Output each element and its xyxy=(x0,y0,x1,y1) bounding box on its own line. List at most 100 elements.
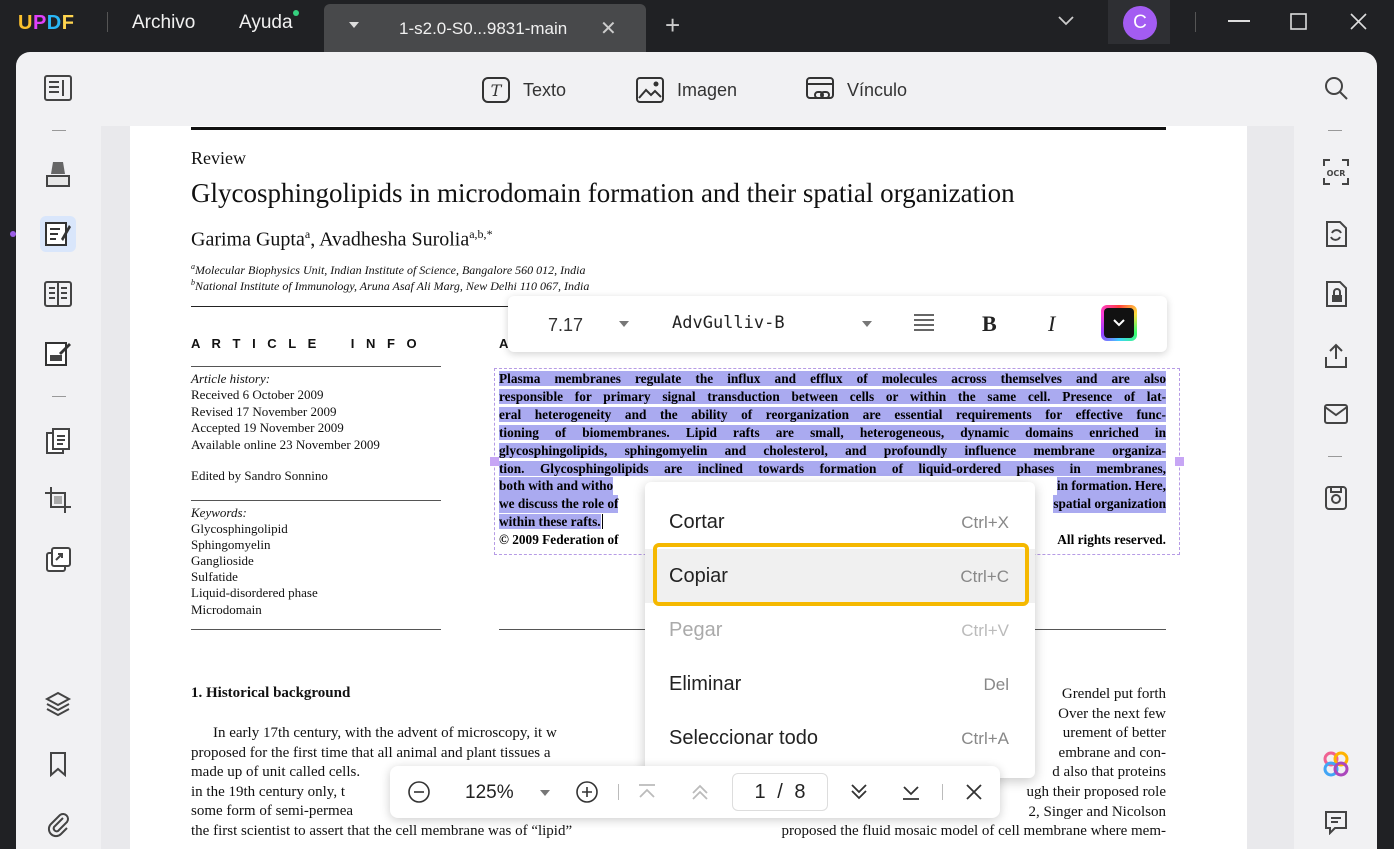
keywords-label: Keywords: xyxy=(191,505,247,520)
resize-handle[interactable] xyxy=(490,457,499,466)
tab-title: 1-s2.0-S0...9831-main xyxy=(399,19,568,38)
menu-item-cortar[interactable]: Cortar Ctrl+X xyxy=(645,495,1035,549)
zoom-out-icon[interactable] xyxy=(407,780,431,804)
share-icon[interactable] xyxy=(1322,342,1350,370)
search-icon[interactable] xyxy=(1322,74,1350,102)
abstract-heading: A xyxy=(499,336,509,351)
menu-ayuda[interactable]: Ayuda xyxy=(239,12,293,34)
comment-highlighter-icon[interactable] xyxy=(40,156,76,192)
tools-icon[interactable] xyxy=(40,542,76,578)
affiliation-b: bNational Institute of Immunology, Aruna… xyxy=(191,278,590,293)
link-tool-icon xyxy=(806,77,834,99)
comments-panel-icon[interactable] xyxy=(1322,808,1350,836)
abstract-line: both with and witho xyxy=(499,477,614,496)
font-family-dropdown-icon[interactable] xyxy=(862,321,872,327)
convert-icon[interactable] xyxy=(1322,220,1350,248)
svg-text:OCR: OCR xyxy=(1327,169,1346,178)
abstract-line: glycosphingolipids, sphingomyelin and ch… xyxy=(499,442,1166,458)
menu-item-seleccionar-todo[interactable]: Seleccionar todo Ctrl+A xyxy=(645,711,1035,765)
history-item: Accepted 19 November 2009 xyxy=(191,420,344,436)
ocr-icon[interactable]: OCR xyxy=(1322,158,1350,186)
body-line: proposed for the first time that all ani… xyxy=(191,744,551,761)
zoom-dropdown-icon[interactable] xyxy=(540,790,550,796)
close-nav-icon[interactable] xyxy=(965,783,983,801)
info-rule xyxy=(191,629,441,630)
keyword-item: Sulfatide xyxy=(191,569,238,585)
abstract-line: tion. Glycosphingolipids are inclined to… xyxy=(499,460,1166,476)
layers-icon[interactable] xyxy=(40,686,76,722)
menu-item-eliminar[interactable]: Eliminar Del xyxy=(645,657,1035,711)
font-family-field[interactable]: AdvGulliv-B xyxy=(672,313,785,333)
text-cursor xyxy=(601,514,603,530)
document-tab[interactable]: 1-s2.0-S0...9831-main ✕ xyxy=(324,4,646,52)
keywords: Keywords: Glycosphingolipid Sphingomyeli… xyxy=(191,505,318,618)
align-justify-icon[interactable] xyxy=(913,313,935,333)
authors: Garima Guptaa, Avadhesha Suroliaa,b,* xyxy=(191,227,493,252)
page-separator: / xyxy=(777,781,783,803)
chevron-down-icon xyxy=(1113,319,1125,327)
bookmark-icon[interactable] xyxy=(40,746,76,782)
page-number-field[interactable]: 1 / 8 xyxy=(732,773,828,811)
current-page: 1 xyxy=(754,781,766,803)
resize-handle[interactable] xyxy=(1175,457,1184,466)
header-rule xyxy=(191,127,1166,130)
link-tool-button[interactable]: Vínculo xyxy=(805,76,907,104)
highlight-annotation-box xyxy=(653,543,1029,606)
text-tool-button[interactable]: T Texto xyxy=(481,76,566,104)
tab-dropdown-icon[interactable] xyxy=(349,22,359,28)
body-line: the first scientist to assert that the c… xyxy=(191,822,573,839)
new-tab-icon[interactable]: + xyxy=(665,12,680,38)
abstract-line: spatial organization xyxy=(1053,495,1166,514)
email-icon[interactable] xyxy=(1322,400,1350,428)
zoom-in-icon[interactable] xyxy=(575,780,599,804)
last-page-icon[interactable] xyxy=(901,782,921,802)
chevron-down-icon[interactable] xyxy=(1057,14,1075,28)
menu-archivo[interactable]: Archivo xyxy=(132,12,195,34)
menu-item-label: Eliminar xyxy=(669,673,742,695)
nav-divider xyxy=(618,784,619,800)
article-title: Glycosphingolipids in microdomain format… xyxy=(191,178,1015,208)
updf-logo: UPDF xyxy=(18,12,75,34)
author-name: , Avadhesha Surolia xyxy=(310,228,470,251)
save-icon[interactable] xyxy=(1322,484,1350,512)
image-tool-button[interactable]: Imagen xyxy=(635,76,737,104)
tab-close-icon[interactable]: ✕ xyxy=(600,16,617,41)
maximize-icon[interactable] xyxy=(1290,13,1307,30)
next-page-icon[interactable] xyxy=(849,782,869,802)
user-avatar[interactable]: C xyxy=(1123,6,1157,40)
abstract-line: within these rafts. xyxy=(499,514,601,530)
previous-page-icon[interactable] xyxy=(690,782,710,802)
page-organize-icon[interactable] xyxy=(40,276,76,312)
attachment-icon[interactable] xyxy=(40,806,76,842)
keyword-item: Sphingomyelin xyxy=(191,537,271,553)
ai-assistant-icon[interactable] xyxy=(1322,750,1350,778)
font-size-dropdown-icon[interactable] xyxy=(619,321,629,327)
title-bar: UPDF Archivo Ayuda 1-s2.0-S0...9831-main… xyxy=(0,0,1394,52)
first-page-icon[interactable] xyxy=(637,782,657,802)
minimize-icon[interactable] xyxy=(1228,20,1250,22)
text-tool-label: Texto xyxy=(523,79,567,100)
article-history: Article history: Received 6 October 2009… xyxy=(191,371,380,453)
bottom-navigation-bar: 125% 1 / 8 xyxy=(390,766,1000,818)
affiliation-a: aMolecular Biophysics Unit, Indian Insti… xyxy=(191,262,586,277)
italic-button[interactable]: I xyxy=(1048,311,1055,337)
keyword-item: Ganglioside xyxy=(191,553,254,569)
abstract-line: in formation. Here, xyxy=(1056,477,1166,496)
text-color-button[interactable] xyxy=(1101,305,1137,341)
bold-button[interactable]: B xyxy=(982,311,997,337)
text-tool-icon: T xyxy=(482,77,510,103)
pages-tool-icon[interactable] xyxy=(40,424,76,460)
sidebar-separator xyxy=(1328,456,1342,457)
font-size-field[interactable]: 7.17 xyxy=(548,315,583,336)
menu-item-pegar[interactable]: Pegar Ctrl+V xyxy=(645,603,1035,657)
protect-icon[interactable] xyxy=(1322,280,1350,308)
window-close-icon[interactable] xyxy=(1350,13,1367,30)
history-item: Revised 17 November 2009 xyxy=(191,403,337,419)
fill-sign-icon[interactable] xyxy=(40,336,76,372)
reader-mode-icon[interactable] xyxy=(40,70,76,106)
crop-icon[interactable] xyxy=(40,482,76,518)
zoom-level[interactable]: 125% xyxy=(465,782,514,804)
sidebar-separator xyxy=(52,130,66,131)
edit-pdf-icon[interactable] xyxy=(40,216,76,252)
copyright-text: © 2009 Federation of xyxy=(499,532,619,548)
